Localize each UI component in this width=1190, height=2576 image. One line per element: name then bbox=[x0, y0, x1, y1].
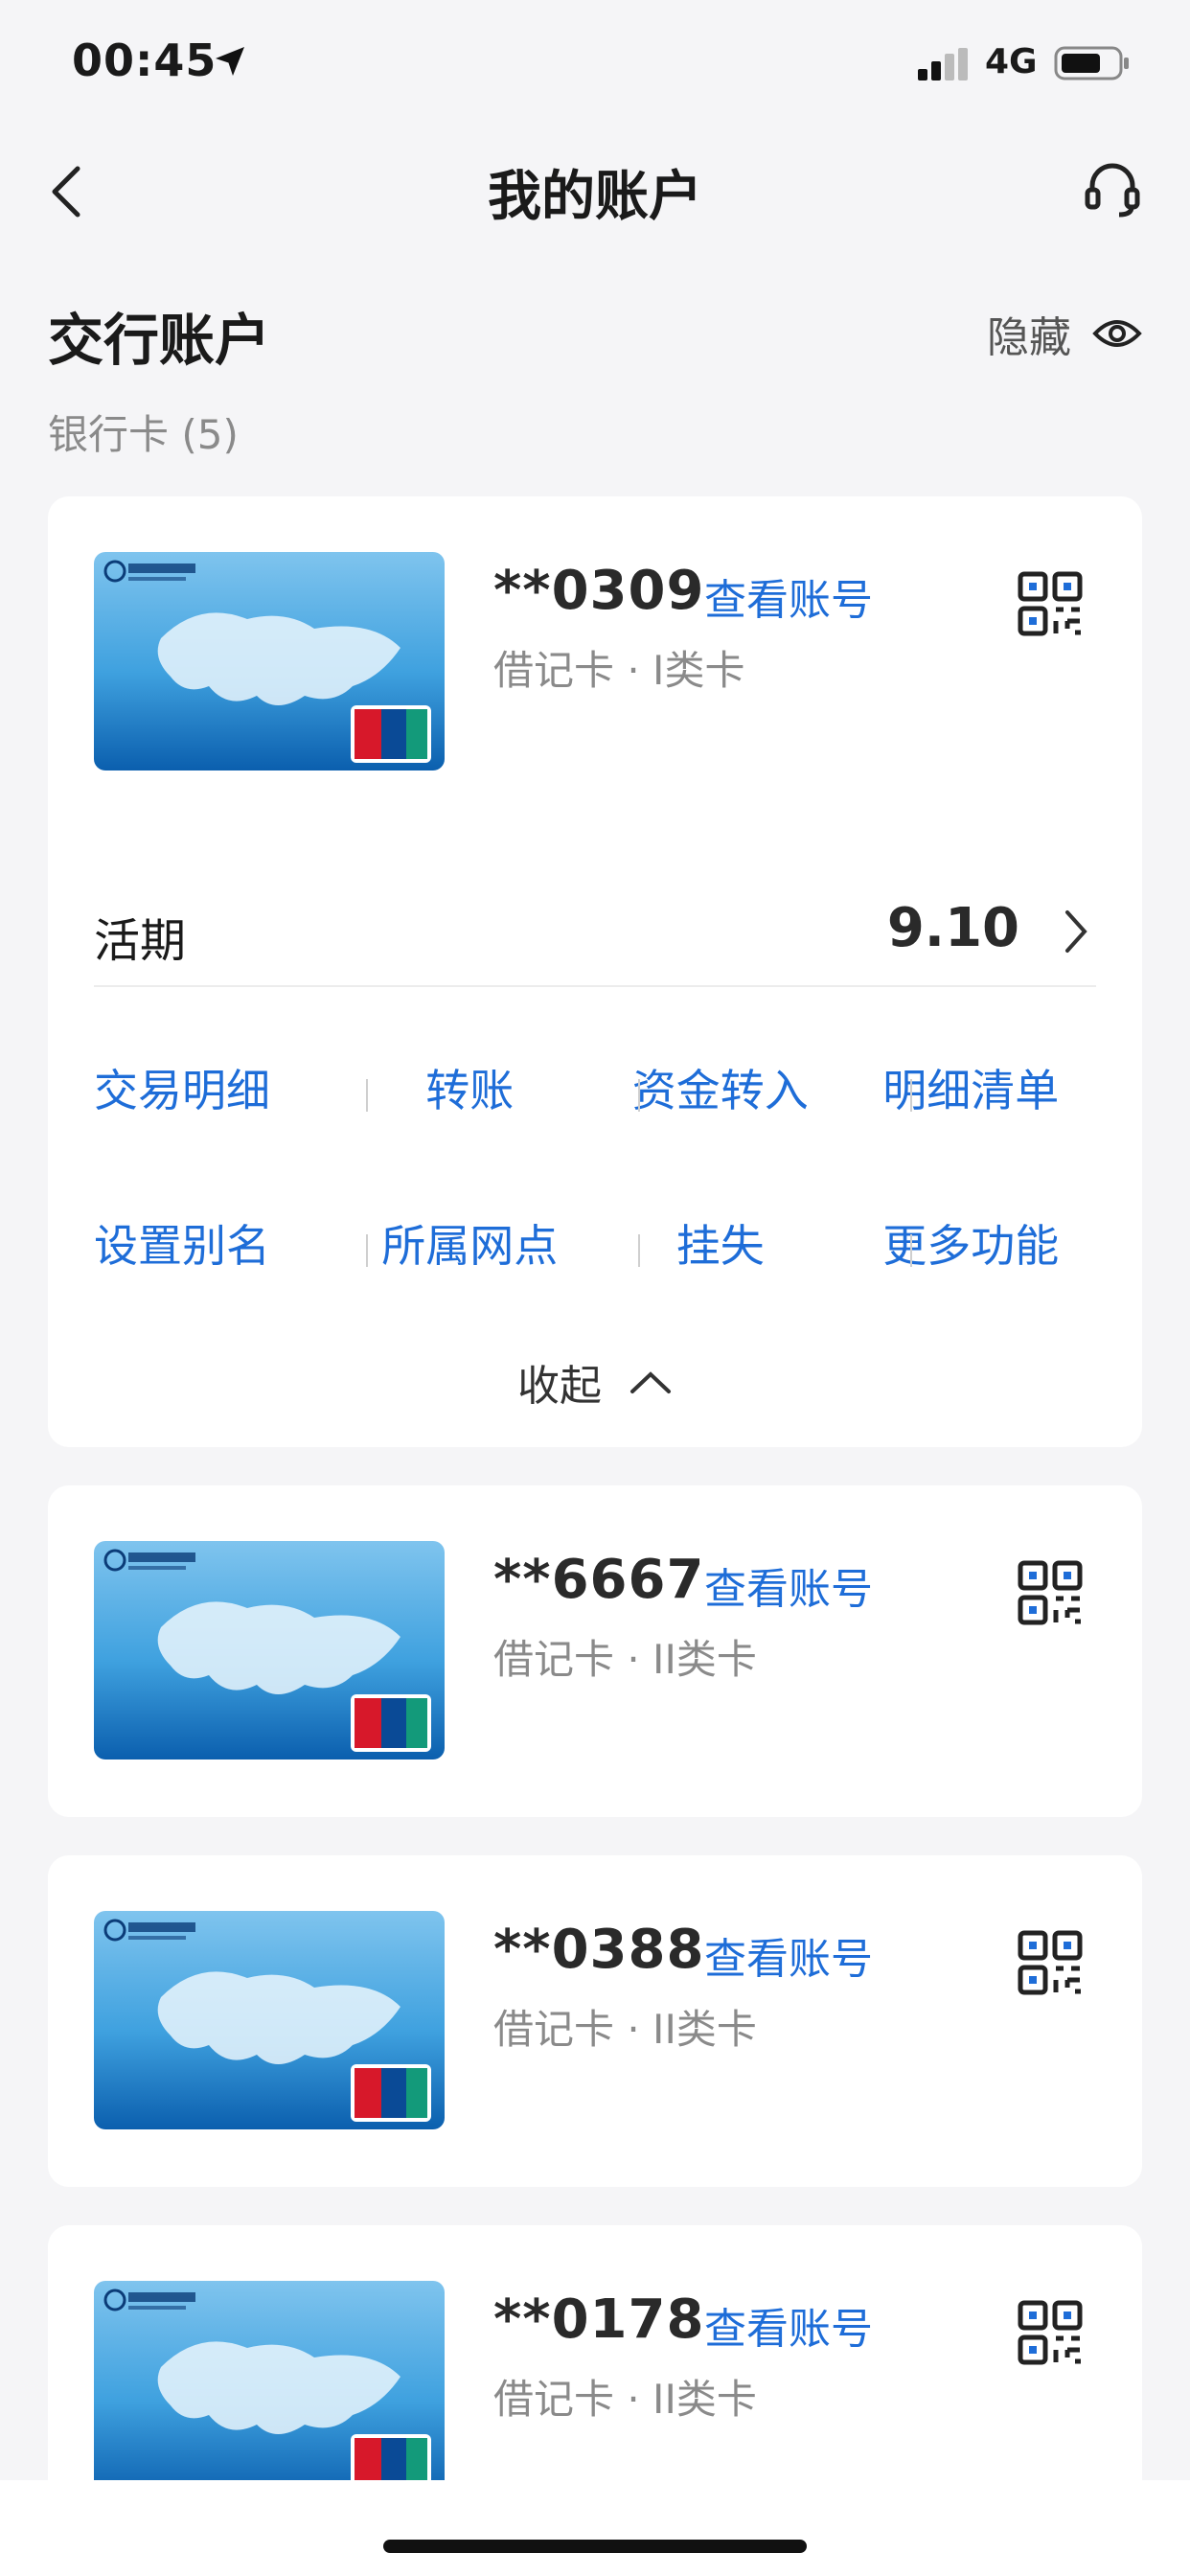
card-number: **0178 bbox=[493, 2288, 705, 2351]
cellular-signal-icon bbox=[918, 48, 968, 80]
action-more[interactable]: 更多功能 bbox=[846, 1208, 1097, 1284]
card-type: 借记卡 · II类卡 bbox=[493, 2376, 757, 2423]
chevron-up-icon bbox=[630, 1371, 671, 1393]
bank-card-image bbox=[94, 1911, 445, 2129]
balance-row[interactable]: 活期 9.10 bbox=[94, 880, 1096, 987]
bank-card-image bbox=[94, 552, 445, 770]
card-type: 借记卡 · II类卡 bbox=[493, 2006, 757, 2053]
card-number: **0309 bbox=[493, 560, 705, 622]
action-branch[interactable]: 所属网点 bbox=[345, 1208, 596, 1284]
card-type: 借记卡 · I类卡 bbox=[493, 647, 745, 694]
customer-service-headset-icon[interactable] bbox=[1083, 159, 1142, 218]
view-account-number-link[interactable]: 查看账号 bbox=[704, 2294, 873, 2356]
account-card[interactable]: **0388 查看账号 借记卡 · II类卡 bbox=[48, 1855, 1142, 2187]
divider bbox=[910, 1234, 912, 1267]
view-account-number-link[interactable]: 查看账号 bbox=[704, 1924, 873, 1986]
status-time: 00:45 bbox=[72, 34, 217, 86]
bank-card-count: 银行卡 (5) bbox=[48, 411, 239, 458]
home-indicator[interactable] bbox=[383, 2540, 807, 2553]
qr-code-icon[interactable] bbox=[1018, 1930, 1083, 1995]
card-number: **6667 bbox=[493, 1549, 705, 1611]
chevron-right-icon bbox=[1065, 910, 1087, 953]
bank-card-image bbox=[94, 2281, 445, 2499]
balance-value: 9.10 bbox=[886, 897, 1019, 959]
balance-label: 活期 bbox=[94, 914, 187, 968]
collapse-button[interactable]: 收起 bbox=[48, 1351, 1142, 1413]
action-fund-transfer-in[interactable]: 资金转入 bbox=[595, 1052, 846, 1129]
home-indicator-area bbox=[0, 2480, 1190, 2576]
nav-bar: 我的账户 bbox=[0, 134, 1190, 240]
action-report-loss[interactable]: 挂失 bbox=[595, 1208, 846, 1284]
collapse-label: 收起 bbox=[517, 1362, 602, 1411]
status-bar: 00:45 4G bbox=[0, 0, 1190, 134]
section-title: 交行账户 bbox=[48, 308, 271, 373]
hide-balance-toggle[interactable]: 隐藏 bbox=[987, 303, 1142, 364]
page-title: 我的账户 bbox=[488, 166, 702, 228]
divider bbox=[638, 1234, 640, 1267]
hide-label: 隐藏 bbox=[987, 313, 1071, 362]
battery-icon bbox=[1054, 46, 1129, 80]
action-row-1: 交易明细 转账 资金转入 明细清单 bbox=[94, 1052, 1096, 1129]
bank-card-image bbox=[94, 1541, 445, 1760]
qr-code-icon[interactable] bbox=[1018, 571, 1083, 636]
action-transfer[interactable]: 转账 bbox=[345, 1052, 596, 1129]
divider bbox=[910, 1079, 912, 1112]
card-number: **0388 bbox=[493, 1919, 705, 1981]
account-actions: 交易明细 转账 资金转入 明细清单 设置别名 所属网点 挂失 更多功能 bbox=[94, 1052, 1096, 1292]
view-account-number-link[interactable]: 查看账号 bbox=[704, 1554, 873, 1616]
card-type: 借记卡 · II类卡 bbox=[493, 1636, 757, 1683]
account-card[interactable]: **6667 查看账号 借记卡 · II类卡 bbox=[48, 1485, 1142, 1817]
view-account-number-link[interactable]: 查看账号 bbox=[704, 565, 873, 627]
action-row-2: 设置别名 所属网点 挂失 更多功能 bbox=[94, 1208, 1096, 1284]
qr-code-icon[interactable] bbox=[1018, 1560, 1083, 1625]
action-transaction-details[interactable]: 交易明细 bbox=[94, 1052, 345, 1129]
action-statement[interactable]: 明细清单 bbox=[846, 1052, 1097, 1129]
location-arrow-icon bbox=[216, 47, 244, 76]
divider bbox=[638, 1079, 640, 1112]
action-set-alias[interactable]: 设置别名 bbox=[94, 1208, 345, 1284]
eye-icon bbox=[1092, 320, 1142, 347]
account-card-expanded: **0309 查看账号 借记卡 · I类卡 活期 9.10 交易明细 转账 资金… bbox=[48, 496, 1142, 1447]
divider bbox=[366, 1234, 368, 1267]
divider bbox=[366, 1079, 368, 1112]
network-type: 4G bbox=[985, 42, 1038, 81]
qr-code-icon[interactable] bbox=[1018, 2300, 1083, 2365]
